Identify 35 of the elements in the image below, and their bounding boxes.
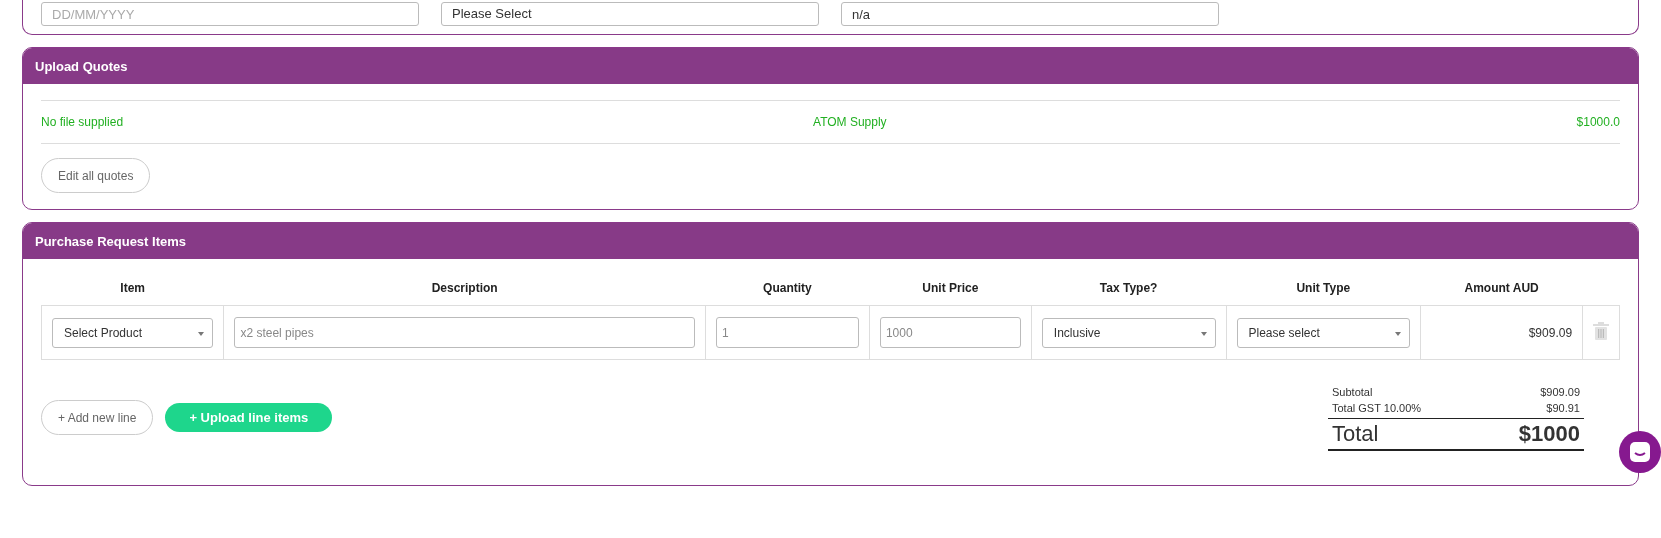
caret-icon (198, 331, 205, 336)
select-field[interactable]: Please Select (441, 2, 819, 26)
edit-quotes-button[interactable]: Edit all quotes (41, 158, 151, 193)
total-label: Total GST 10.00% (1332, 402, 1422, 414)
column-header: Quantity (763, 281, 812, 295)
chat-icon (1629, 441, 1651, 463)
column-header: Tax Type? (1099, 281, 1158, 295)
card-title: Purchase Request Items (35, 233, 186, 249)
total-value: $909.09 (1540, 386, 1580, 398)
chat-button[interactable] (1619, 431, 1661, 473)
amount-value: $909.09 (1528, 325, 1573, 340)
quote-amount: $1000.0 (1576, 115, 1620, 129)
text-field[interactable]: n/a (841, 2, 1219, 26)
column-header: Description (431, 281, 498, 295)
card-title: Upload Quotes (35, 58, 128, 74)
caret-icon (1395, 331, 1402, 336)
caret-icon (1200, 331, 1207, 336)
unit-price-field[interactable]: 1000 (879, 317, 1021, 348)
total-value: $90.91 (1546, 402, 1580, 414)
total-label: Subtotal (1332, 386, 1373, 398)
column-header: Unit Price (922, 281, 979, 295)
product-select[interactable]: Select Product (52, 317, 214, 348)
column-header: Amount AUD (1464, 281, 1539, 295)
date-field[interactable]: DD/MM/YYYY (41, 2, 419, 26)
add-line-button[interactable]: + Add new line (41, 400, 154, 435)
quantity-field[interactable]: 1 (716, 317, 859, 348)
grand-total-value: $1000 (1518, 421, 1580, 447)
description-field[interactable]: x2 steel pipes (234, 317, 695, 348)
grand-total-label: Total (1332, 421, 1379, 447)
file-status: No file supplied (41, 115, 124, 129)
column-header: Item (120, 281, 146, 295)
column-header: Unit Type (1296, 281, 1351, 295)
supplier-name: ATOM Supply (813, 115, 887, 129)
tax-type-select[interactable]: Inclusive (1041, 317, 1216, 348)
unit-type-select[interactable]: Please select (1236, 317, 1411, 348)
